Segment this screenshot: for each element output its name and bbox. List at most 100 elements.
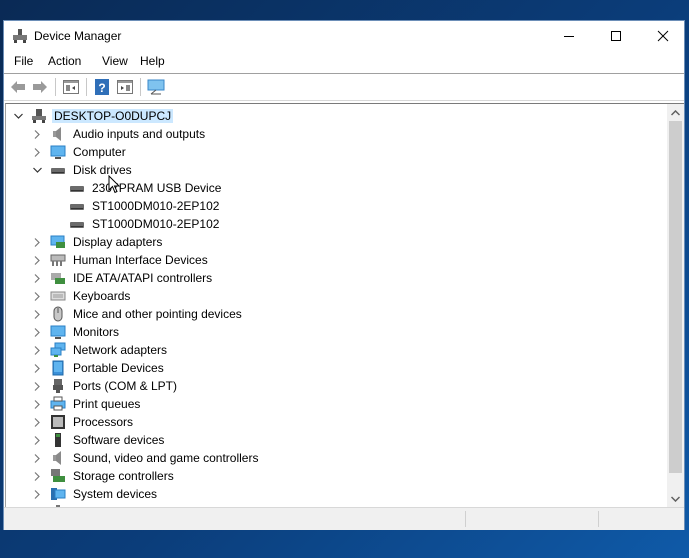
forward-button[interactable]	[31, 78, 49, 96]
expand-toggle[interactable]	[31, 269, 43, 287]
keyboard-icon	[50, 288, 66, 304]
collapse-toggle[interactable]	[31, 161, 43, 179]
expand-toggle[interactable]	[31, 377, 43, 395]
expand-toggle[interactable]	[31, 359, 43, 377]
tree-item-label: 2307PRAM USB Device	[92, 181, 222, 195]
scroll-down-button[interactable]	[667, 490, 684, 507]
expand-toggle[interactable]	[31, 125, 43, 143]
expand-toggle[interactable]	[31, 233, 43, 251]
scroll-up-button[interactable]	[667, 104, 684, 121]
chevron-right-icon	[34, 417, 40, 427]
computer-root-icon	[31, 108, 47, 124]
tree-device[interactable]: ST1000DM010-2EP102	[50, 215, 221, 233]
tree-category[interactable]: Ports (COM & LPT)	[31, 377, 179, 395]
tree-item-label: Storage controllers	[73, 469, 174, 483]
tree-category[interactable]: System devices	[31, 485, 159, 503]
mouse-icon	[50, 306, 66, 322]
vertical-scrollbar[interactable]	[667, 103, 684, 507]
tree-item-label: Keyboards	[73, 289, 131, 303]
tree-item-label: Mice and other pointing devices	[73, 307, 242, 321]
tree-category[interactable]: Portable Devices	[31, 359, 166, 377]
disk-drive-icon	[50, 162, 66, 178]
hid-icon	[50, 252, 66, 268]
tree-category[interactable]: Processors	[31, 413, 135, 431]
menu-help[interactable]: Help	[138, 54, 167, 68]
title-bar[interactable]: Device Manager	[4, 21, 684, 51]
scroll-thumb[interactable]	[669, 121, 682, 473]
tree-category[interactable]: Display adapters	[31, 233, 164, 251]
tree-category[interactable]: Software devices	[31, 431, 166, 449]
expand-toggle[interactable]	[31, 251, 43, 269]
menu-file[interactable]: File	[12, 54, 35, 68]
disk-drive-icon	[69, 198, 85, 214]
back-button[interactable]	[9, 78, 27, 96]
expand-toggle[interactable]	[31, 485, 43, 503]
chevron-right-icon	[34, 147, 40, 157]
tree-item-label: DESKTOP-O0DUPCJ	[52, 109, 174, 123]
tree-device[interactable]: ST1000DM010-2EP102	[50, 197, 221, 215]
network-adapter-icon	[50, 342, 66, 358]
status-bar	[4, 507, 684, 530]
portable-device-icon	[50, 360, 66, 376]
collapse-toggle[interactable]	[12, 107, 24, 125]
expand-toggle[interactable]	[31, 431, 43, 449]
maximize-button[interactable]	[593, 21, 639, 51]
tree-category[interactable]: Audio inputs and outputs	[31, 125, 207, 143]
monitor-icon	[50, 324, 66, 340]
printer-icon	[50, 396, 66, 412]
speaker-icon	[50, 126, 66, 142]
tree-item-label: Ports (COM & LPT)	[73, 379, 178, 393]
tree-device[interactable]: 2307PRAM USB Device	[50, 179, 223, 197]
chevron-right-icon	[34, 453, 40, 463]
tree-category[interactable]: Human Interface Devices	[31, 251, 210, 269]
tree-root-node[interactable]: DESKTOP-O0DUPCJ	[12, 107, 174, 125]
maximize-icon	[611, 31, 621, 41]
sound-icon	[50, 450, 66, 466]
status-pane	[598, 511, 679, 527]
expand-toggle[interactable]	[31, 341, 43, 359]
expand-toggle[interactable]	[31, 413, 43, 431]
computer-icon	[50, 144, 66, 160]
show-hide-action-pane-button[interactable]	[116, 78, 134, 96]
chevron-up-icon	[671, 109, 680, 116]
arrow-right-icon	[33, 81, 47, 93]
tree-category[interactable]: Computer	[31, 143, 128, 161]
expand-toggle[interactable]	[31, 449, 43, 467]
chevron-right-icon	[34, 237, 40, 247]
toolbar-separator	[140, 78, 141, 96]
minimize-button[interactable]	[546, 21, 592, 51]
expand-toggle[interactable]	[31, 305, 43, 323]
port-icon	[50, 378, 66, 394]
tree-item-label: Software devices	[73, 433, 165, 447]
tree-item-label: Monitors	[73, 325, 120, 339]
device-tree[interactable]: DESKTOP-O0DUPCJ Audio inputs and outputs C…	[5, 103, 668, 507]
expand-toggle[interactable]	[31, 395, 43, 413]
close-button[interactable]	[640, 21, 686, 51]
tree-category[interactable]: Network adapters	[31, 341, 169, 359]
tree-category[interactable]: Sound, video and game controllers	[31, 449, 260, 467]
menu-action[interactable]: Action	[46, 54, 83, 68]
tree-category[interactable]: Print queues	[31, 395, 142, 413]
tree-category[interactable]: IDE ATA/ATAPI controllers	[31, 269, 214, 287]
display-adapter-icon	[50, 234, 66, 250]
expand-toggle[interactable]	[31, 287, 43, 305]
help-button[interactable]: ?	[93, 78, 111, 96]
show-hide-console-tree-button[interactable]	[62, 78, 80, 96]
tree-category[interactable]: Mice and other pointing devices	[31, 305, 244, 323]
scan-hardware-changes-button[interactable]	[147, 78, 165, 96]
tree-category[interactable]: Storage controllers	[31, 467, 176, 485]
window-title: Device Manager	[34, 29, 122, 43]
disk-drive-icon	[69, 180, 85, 196]
expand-toggle[interactable]	[31, 143, 43, 161]
tree-category[interactable]: Keyboards	[31, 287, 132, 305]
tree-category[interactable]: Disk drives	[31, 161, 134, 179]
tree-category[interactable]: Monitors	[31, 323, 121, 341]
toolbar-separator	[86, 78, 87, 96]
tree-item-label: Network adapters	[73, 343, 168, 357]
tree-item-label: Display adapters	[73, 235, 163, 249]
menu-view[interactable]: View	[100, 54, 130, 68]
expand-toggle[interactable]	[31, 323, 43, 341]
expand-toggle[interactable]	[31, 467, 43, 485]
